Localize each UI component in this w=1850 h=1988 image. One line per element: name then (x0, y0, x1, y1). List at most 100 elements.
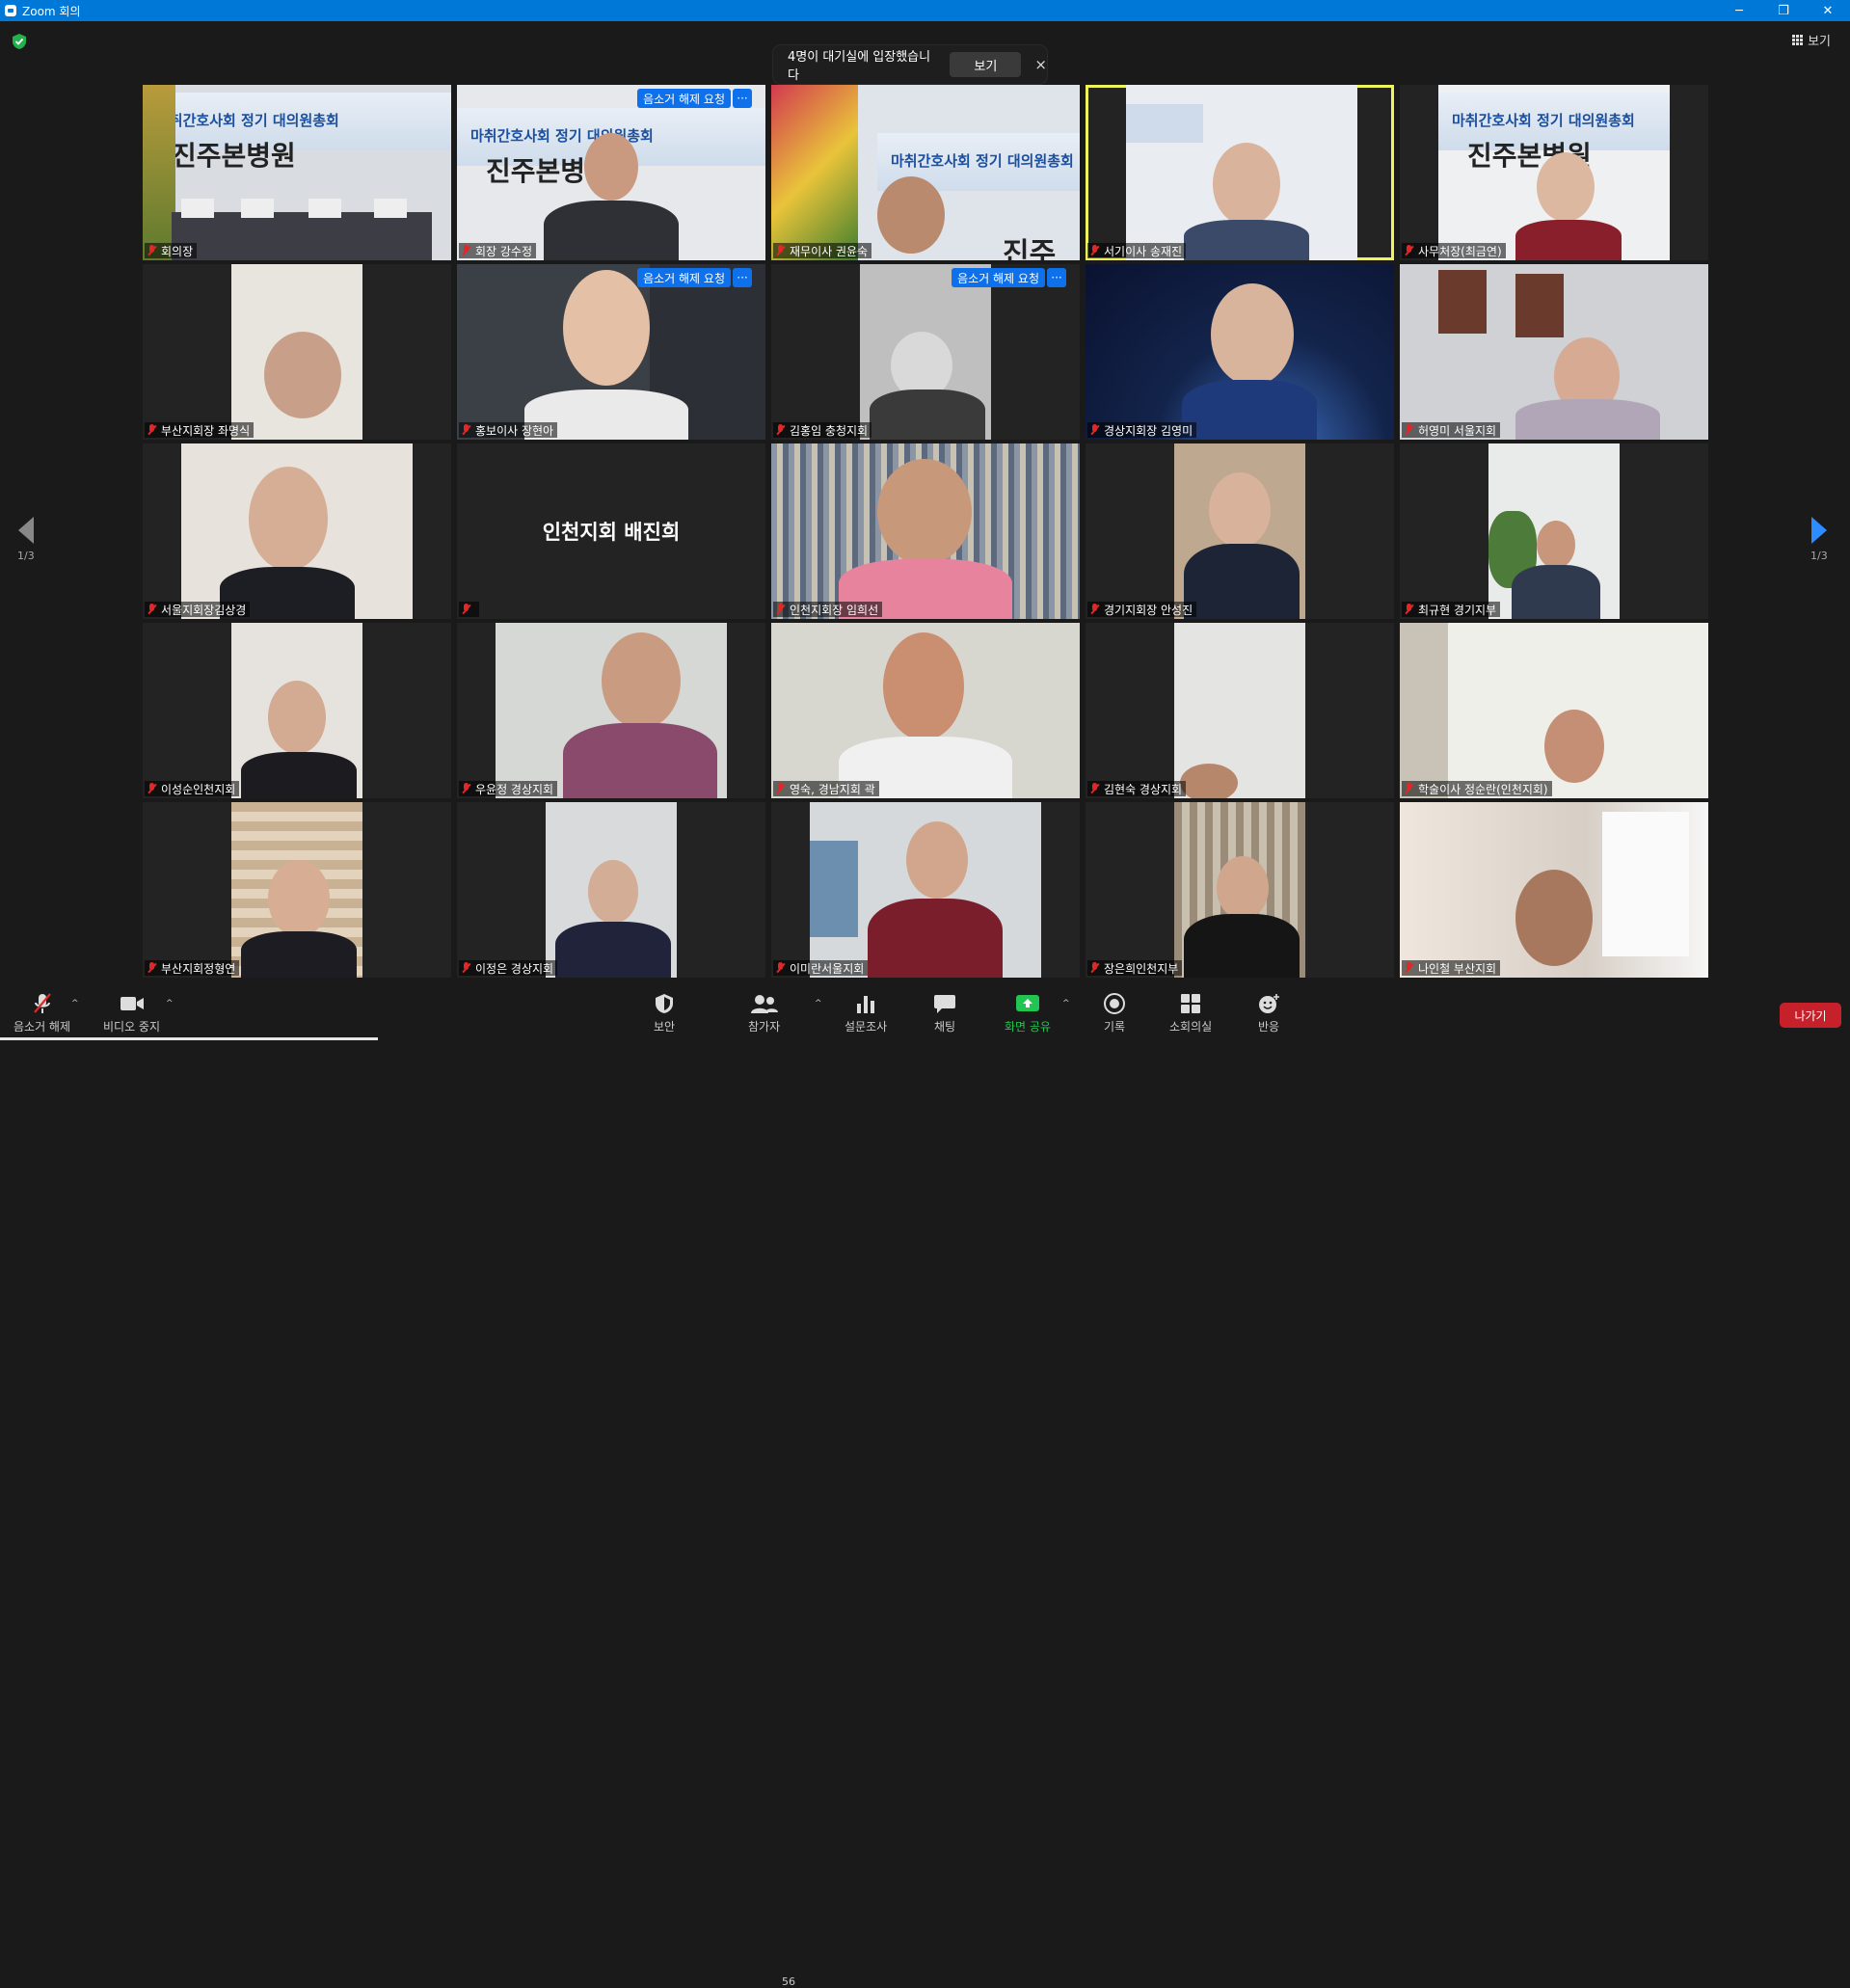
muted-mic-icon (775, 604, 786, 615)
notification-view-button[interactable]: 보기 (950, 52, 1022, 77)
record-icon (1104, 991, 1126, 1016)
more-options-button[interactable]: ··· (733, 89, 752, 108)
participant-name: 인천지회장 임희선 (773, 602, 883, 617)
video-tile[interactable]: 경상지회장 김영미 (1086, 264, 1394, 440)
participant-name: 서울지회장김상경 (145, 602, 251, 617)
participant-name: 회장 강수정 (459, 243, 537, 258)
muted-mic-icon (1089, 424, 1100, 436)
muted-mic-icon (461, 424, 471, 436)
video-tile[interactable]: 허영미 서울지회 (1400, 264, 1708, 440)
video-tile[interactable]: 이성순인천지회 (143, 623, 451, 798)
video-tile[interactable]: 최규현 경기지부 (1400, 443, 1708, 619)
window-title-bar: Zoom 회의 ─ ❐ ✕ (0, 0, 1850, 21)
participant-name: 장은희인천지부 (1087, 960, 1183, 976)
next-page-button[interactable]: 1/3 (1810, 517, 1828, 562)
meeting-toolbar: 음소거 해제 ^ 비디오 중지 ^ 보안 참가자 56 ^ 설문조사 채팅 화면… (0, 983, 1850, 1988)
notification-close-icon[interactable]: × (1034, 56, 1047, 73)
video-tile-video-off[interactable]: 인천지회 배진희 (457, 443, 765, 619)
participant-display-name: 인천지회 배진희 (542, 521, 681, 544)
muted-mic-icon (1089, 962, 1100, 974)
close-window-button[interactable]: ✕ (1806, 0, 1850, 21)
polls-button[interactable]: 설문조사 (845, 991, 887, 1034)
muted-mic-icon (147, 962, 157, 974)
participant-name: 김홍임 충청지회 (773, 422, 872, 438)
video-tile[interactable]: 부산지회정형연 (143, 802, 451, 978)
video-tile-active-speaker[interactable]: 서기이사 송재진 (1086, 85, 1394, 260)
video-tile[interactable]: 부산지회장 좌명식 (143, 264, 451, 440)
video-gallery: 마취간호사회 정기 대의원총회 진주본병원 회의장 마취간호사회 정기 대의원총회… (143, 85, 1708, 978)
chat-button[interactable]: 채팅 (933, 991, 956, 1034)
muted-mic-icon (1089, 783, 1100, 794)
muted-mic-icon (1089, 245, 1100, 256)
minimize-button[interactable]: ─ (1717, 0, 1761, 21)
participant-name: 서기이사 송재진 (1087, 243, 1187, 258)
video-tile[interactable]: 경기지회장 안성진 (1086, 443, 1394, 619)
muted-mic-icon (775, 962, 786, 974)
participant-name: 최규현 경기지부 (1402, 602, 1501, 617)
muted-mic-icon (1404, 783, 1414, 794)
muted-mic-icon (775, 424, 786, 436)
record-button[interactable]: 기록 (1104, 991, 1125, 1034)
video-tile[interactable]: 학술이사 정순란(인천지회) (1400, 623, 1708, 798)
chat-bubble-icon (933, 991, 956, 1016)
video-options-caret-icon[interactable]: ^ (166, 999, 174, 1008)
participant-name: 김현숙 경상지회 (1087, 781, 1187, 796)
participant-name: 허영미 서울지회 (1402, 422, 1501, 438)
more-options-button[interactable]: ··· (733, 268, 752, 287)
unmute-request-button[interactable]: 음소거 해제 요청 (637, 268, 731, 287)
video-tile[interactable]: 영숙, 경남지회 곽 (771, 623, 1080, 798)
share-options-caret-icon[interactable]: ^ (1062, 999, 1070, 1008)
more-options-button[interactable]: ··· (1047, 268, 1066, 287)
video-tile[interactable]: 마취간호사회 정기 대의원총회 진주본병원 사무처장(최금연) (1400, 85, 1708, 260)
participants-button[interactable]: 참가자 (748, 991, 780, 1034)
video-tile[interactable]: 음소거 해제 요청 ··· 김홍임 충청지회 (771, 264, 1080, 440)
muted-mic-icon (461, 783, 471, 794)
muted-mic-icon (1404, 424, 1414, 436)
unmute-button[interactable]: 음소거 해제 (13, 991, 70, 1034)
muted-mic-icon (147, 783, 157, 794)
breakout-rooms-button[interactable]: 소회의실 (1169, 991, 1212, 1034)
video-tile[interactable]: 나인철 부산지회 (1400, 802, 1708, 978)
page-indicator-left: 1/3 (17, 550, 35, 562)
banner-text: 마취간호사회 정기 대의원총회 (156, 112, 339, 129)
audio-options-caret-icon[interactable]: ^ (71, 999, 79, 1008)
muted-mic-icon (147, 424, 157, 436)
participants-options-caret-icon[interactable]: ^ (815, 999, 822, 1008)
video-tile[interactable]: 김현숙 경상지회 (1086, 623, 1394, 798)
video-tile[interactable]: 장은희인천지부 (1086, 802, 1394, 978)
view-button[interactable]: 보기 (1792, 31, 1831, 49)
participant-name: 이정은 경상지회 (459, 960, 558, 976)
notification-text: 4명이 대기실에 입장했습니다 (788, 50, 931, 83)
video-tile[interactable]: 마취간호사회 정기 대의원총회 진주 재무이사 권윤숙 (771, 85, 1080, 260)
maximize-button[interactable]: ❐ (1761, 0, 1806, 21)
leave-meeting-button[interactable]: 나가기 (1780, 1003, 1841, 1028)
chevron-left-icon (17, 517, 34, 544)
video-tile[interactable]: 마취간호사회 정기 대의원총회 진주본병원 음소거 해제 요청 ··· 회장 강수정 (457, 85, 765, 260)
previous-page-button[interactable]: 1/3 (17, 517, 35, 562)
participant-name: 영숙, 경남지회 곽 (773, 781, 879, 796)
window-title: Zoom 회의 (22, 4, 81, 18)
stop-video-button[interactable]: 비디오 중지 (103, 991, 160, 1034)
page-indicator-right: 1/3 (1810, 550, 1828, 562)
bar-chart-icon (855, 991, 876, 1016)
encryption-shield-icon[interactable] (12, 33, 27, 50)
video-tile[interactable]: 이정은 경상지회 (457, 802, 765, 978)
muted-mic-icon (775, 783, 786, 794)
video-tile[interactable]: 이미란서울지회 (771, 802, 1080, 978)
security-button[interactable]: 보안 (654, 991, 675, 1034)
participant-name: 부산지회장 좌명식 (145, 422, 255, 438)
video-camera-icon (120, 991, 145, 1016)
video-tile[interactable]: 음소거 해제 요청 ··· 홍보이사 장현아 (457, 264, 765, 440)
unmute-request-button[interactable]: 음소거 해제 요청 (952, 268, 1045, 287)
share-screen-icon (1015, 991, 1040, 1016)
banner-hospital: 진주본병원 (172, 140, 296, 172)
video-tile[interactable]: 우윤정 경상지회 (457, 623, 765, 798)
muted-mic-icon (1404, 604, 1414, 615)
unmute-request-button[interactable]: 음소거 해제 요청 (637, 89, 731, 108)
reactions-button[interactable]: 반응 (1257, 991, 1280, 1034)
share-screen-button[interactable]: 화면 공유 (1005, 991, 1051, 1034)
video-tile[interactable]: 서울지회장김상경 (143, 443, 451, 619)
video-tile[interactable]: 마취간호사회 정기 대의원총회 진주본병원 회의장 (143, 85, 451, 260)
video-tile[interactable]: 인천지회장 임희선 (771, 443, 1080, 619)
participant-name: 이성순인천지회 (145, 781, 240, 796)
